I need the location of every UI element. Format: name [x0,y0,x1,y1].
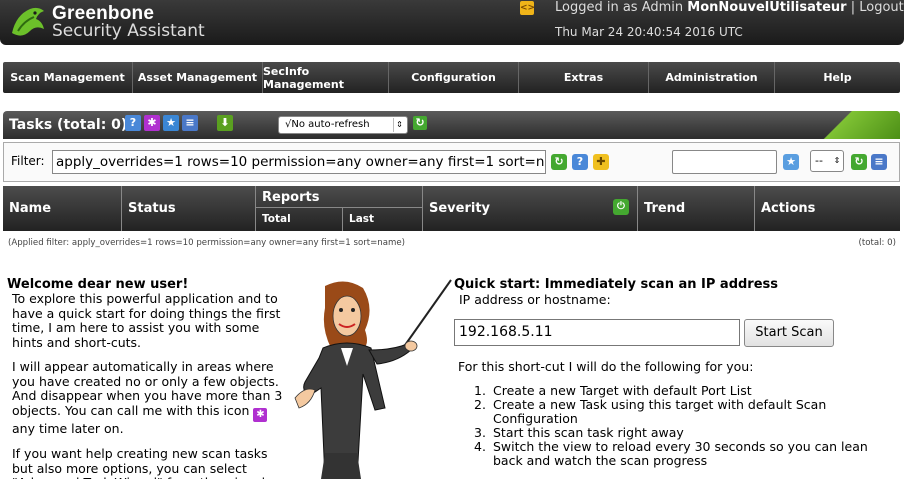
welcome-paragraph-1: To explore this powerful application and… [12,291,281,350]
col-name-label: Name [9,201,52,216]
tasks-title: Tasks (total: 0) [9,117,128,133]
nav-extras[interactable]: Extras [519,62,649,93]
welcome-title: Welcome dear new user! [7,277,189,292]
new-filter-icon[interactable]: ✚ [593,154,609,170]
col-trend-label: Trend [644,201,686,216]
logged-prefix: Logged in as Admin [555,0,684,15]
auto-refresh-value: √No auto-refresh [285,119,370,130]
filter-name-input[interactable] [672,150,777,174]
refresh-icon[interactable]: ↻ [413,116,427,130]
list-icon[interactable]: ≡ [182,115,198,131]
nav-scan-management[interactable]: Scan Management [3,62,133,93]
welcome-p2-text: I will appear automatically in areas whe… [12,359,283,418]
nav-configuration[interactable]: Configuration [389,62,519,93]
list-item: 4. Switch the view to reload every 30 sec… [474,439,868,468]
wizard-icon[interactable]: ✱ [144,115,160,131]
total-count: (total: 0) [858,238,896,248]
col-severity[interactable]: Severity ⏻ [423,186,638,231]
nav-asset-management[interactable]: Asset Management [133,62,263,93]
select-arrows-icon: ⇕ [833,156,841,165]
welcome-paragraph-3: If you want help creating new scan tasks… [12,446,268,479]
col-reports-total[interactable]: Total [256,208,343,231]
tasks-table-header: Name Status Reports Total Last Severity … [3,186,900,231]
separator: | [850,0,856,15]
col-total-label: Total [262,213,291,225]
welcome-p2-end: any time later on. [12,420,124,436]
welcome-paragraph-2: I will appear automatically in areas whe… [12,359,287,436]
col-severity-label: Severity [429,201,491,216]
update-filter-icon[interactable]: ↻ [551,154,567,170]
list-item: 3. Start this scan task right away [474,425,684,440]
brand-subtitle: Security Assistant [52,21,205,41]
logout-link[interactable]: Logout [859,0,904,15]
language-icon[interactable]: <> [520,1,535,15]
help-icon[interactable]: ? [125,115,141,131]
apply-filter-icon[interactable]: ↻ [851,154,867,170]
ip-label: IP address or hostname: [459,292,611,307]
col-name[interactable]: Name [3,186,122,231]
export-icon[interactable]: ⬇ [217,115,233,131]
assistant-character-illustration [294,279,452,479]
col-status-label: Status [128,201,176,216]
save-filter-icon[interactable]: ★ [783,154,799,170]
select-arrows-icon: ⇕ [393,118,405,132]
filter-bar: Filter: apply_overrides=1 rows=10 permis… [3,142,900,182]
tasks-titlebar: Tasks (total: 0) ? ✱ ★ ≡ ⬇ √No auto-refr… [3,111,900,139]
filter-help-icon[interactable]: ? [572,154,588,170]
nav-help[interactable]: Help [775,62,900,93]
quickstart-description: For this short-cut I will do the followi… [458,359,754,374]
new-task-icon[interactable]: ★ [163,115,179,131]
nav-secinfo-management[interactable]: SecInfo Management [263,62,389,93]
ip-address-input[interactable]: 192.168.5.11 [454,319,740,346]
step-text: Create a new Task using this target with… [493,397,827,426]
filter-input[interactable]: apply_overrides=1 rows=10 permission=any… [52,150,546,174]
col-actions: Actions [755,186,900,231]
quickstart-title: Quick start: Immediately scan an IP addr… [454,277,779,292]
col-reports-last[interactable]: Last [343,208,423,231]
list-item: 2. Create a new Task using this target wi… [474,397,827,426]
applied-filter-text: (Applied filter: apply_overrides=1 rows=… [8,238,406,248]
step-text: Start this scan task right away [493,425,684,440]
wizard-icon[interactable]: ✱ [253,407,268,422]
datetime: Thu Mar 24 20:40:54 2016 UTC [555,25,743,39]
filter-list-icon[interactable]: ≡ [871,154,887,170]
col-reports: Reports [256,186,423,208]
login-info: Logged in as Admin MonNouvelUtilisateur … [555,0,904,15]
col-reports-label: Reports [262,190,320,205]
username: MonNouvelUtilisateur [687,0,847,15]
filter-label: Filter: [11,154,45,168]
start-scan-button[interactable]: Start Scan [744,319,834,347]
overrides-icon[interactable]: ⏻ [613,199,629,215]
step-text: Create a new Target with default Port Li… [493,383,752,398]
col-last-label: Last [349,213,375,225]
col-trend[interactable]: Trend [638,186,755,231]
list-item: 1. Create a new Target with default Port … [474,383,752,398]
auto-refresh-select[interactable]: √No auto-refresh ⇕ [278,116,408,134]
title-decoration [800,111,900,139]
nav-administration[interactable]: Administration [649,62,775,93]
saved-filter-select[interactable]: -- ⇕ [810,150,844,172]
main-nav: Scan Management Asset Management SecInfo… [3,62,900,93]
quickstart-steps: 1. Create a new Target with default Port … [474,384,894,468]
greenbone-logo-icon [12,7,44,36]
top-header: Greenbone Security Assistant <> Logged i… [0,0,904,45]
col-status[interactable]: Status [122,186,256,231]
col-actions-label: Actions [761,201,816,216]
saved-filter-value: -- [815,154,823,167]
step-text: Switch the view to reload every 30 secon… [493,439,868,468]
